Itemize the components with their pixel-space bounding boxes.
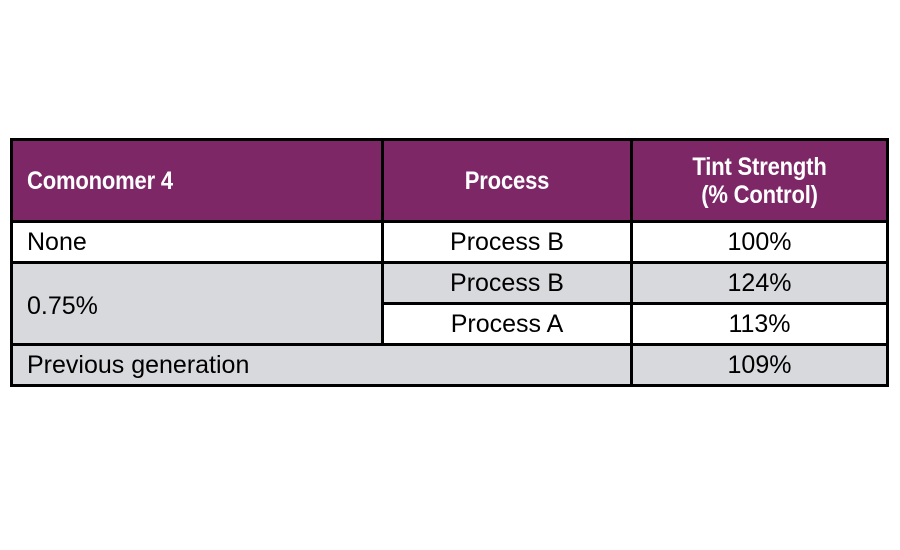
cell-value: Process B [450,227,564,256]
column-header-comonomer-label: Comonomer 4 [27,166,173,195]
column-header-tint-strength-line1: Tint Strength [692,152,827,181]
cell-comonomer-075: 0.75% [10,261,384,346]
column-header-process: Process [381,138,633,223]
table-row: None Process B 100% [10,220,889,264]
cell-value: 109% [727,350,792,379]
cell-comonomer-none: None [10,220,384,264]
column-header-process-label: Process [464,166,550,195]
cell-tint-row2: 124% [630,261,889,305]
cell-value: 113% [728,309,791,338]
cell-value: 100% [727,227,792,256]
column-header-tint-strength-line2: (% Control) [701,180,818,209]
cell-tint-row4: 109% [630,343,889,387]
cell-process-row1: Process B [381,220,633,264]
table-row: Previous generation 109% [10,343,889,387]
cell-value: None [27,227,87,256]
cell-value: 0.75% [27,292,98,320]
cell-value: 124% [727,268,792,297]
table-row: 0.75% Process B 124% [10,261,889,346]
cell-value: Process B [450,268,564,297]
tint-strength-table: Comonomer 4 Process Tint Strength (% Con… [10,138,889,387]
table-header: Comonomer 4 Process Tint Strength (% Con… [10,138,889,223]
cell-previous-generation: Previous generation [10,343,633,387]
tint-strength-table-container: Comonomer 4 Process Tint Strength (% Con… [10,138,889,387]
column-header-tint-strength: Tint Strength (% Control) [630,138,889,223]
cell-tint-row1: 100% [630,220,889,264]
header-row: Comonomer 4 Process Tint Strength (% Con… [10,138,889,223]
table-body: None Process B 100% 0.75% Process B 124%… [10,220,889,387]
cell-tint-row3: 113% [630,302,889,346]
cell-value: Previous generation [27,350,250,379]
cell-value: Process A [450,309,564,338]
column-header-comonomer: Comonomer 4 [10,138,384,223]
cell-process-row2: Process B [381,261,633,305]
cell-process-row3: Process A [381,302,633,346]
